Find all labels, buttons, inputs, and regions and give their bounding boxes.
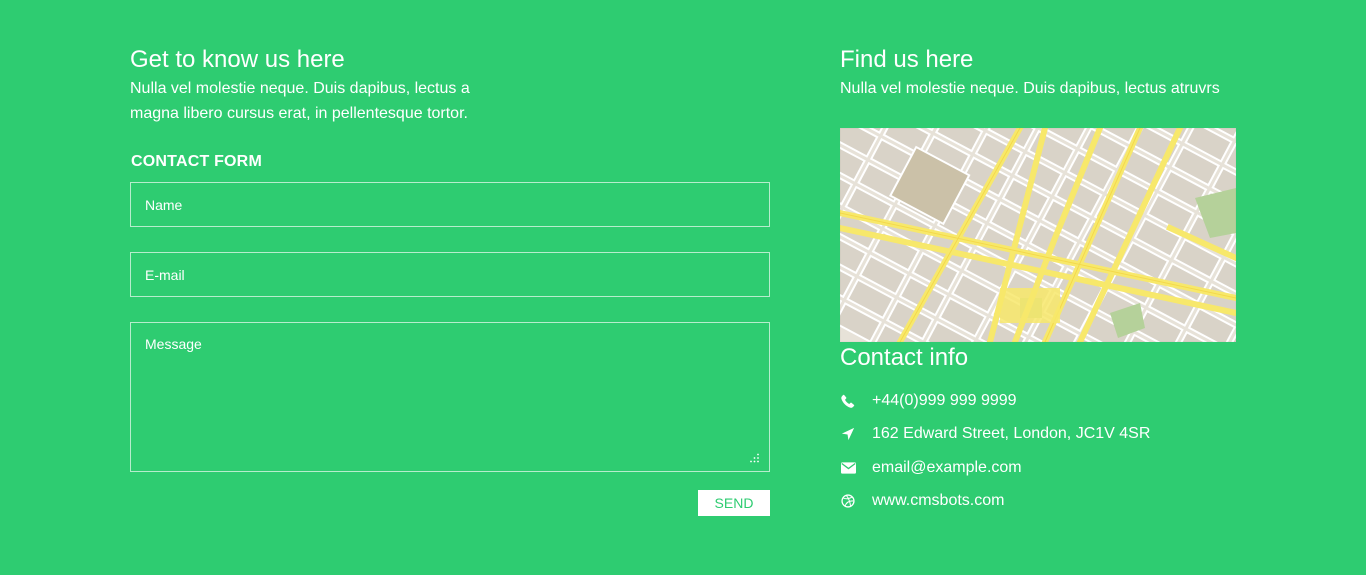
- street-map-icon: [840, 128, 1236, 342]
- resize-grip-icon[interactable]: [749, 453, 759, 463]
- location-section: Find us here Nulla vel molestie neque. D…: [840, 44, 1240, 518]
- contact-item-address: 162 Edward Street, London, JC1V 4SR: [840, 418, 1240, 452]
- email-input[interactable]: [130, 252, 770, 297]
- send-row: SEND: [130, 490, 770, 516]
- contact-item-phone: +44(0)999 999 9999: [840, 384, 1240, 418]
- envelope-icon: [840, 460, 856, 476]
- location-map[interactable]: [840, 128, 1236, 342]
- section-title-find-us: Find us here: [840, 46, 974, 73]
- contact-form-section: Get to know us here Nulla vel molestie n…: [130, 44, 770, 516]
- section-title-get-to-know: Get to know us here: [130, 46, 345, 73]
- section-description-right: Nulla vel molestie neque. Duis dapibus, …: [840, 80, 1220, 97]
- section-description-left: Nulla vel molestie neque. Duis dapibus, …: [130, 80, 470, 122]
- contact-website-text[interactable]: www.cmsbots.com: [872, 492, 1004, 510]
- contact-address-text: 162 Edward Street, London, JC1V 4SR: [872, 425, 1151, 443]
- contact-form-heading: CONTACT FORM: [131, 153, 262, 170]
- dribbble-icon: [840, 493, 856, 509]
- contact-info-title: Contact info: [840, 344, 969, 371]
- contact-item-email: email@example.com: [840, 451, 1240, 485]
- name-input[interactable]: [130, 182, 770, 227]
- contact-item-website: www.cmsbots.com: [840, 485, 1240, 519]
- location-arrow-icon: [840, 426, 856, 442]
- send-button[interactable]: SEND: [698, 490, 770, 516]
- contact-info-list: +44(0)999 999 9999 162 Edward Street, Lo…: [840, 384, 1240, 518]
- contact-form: SEND: [130, 182, 770, 516]
- message-textarea[interactable]: [130, 322, 770, 472]
- phone-icon: [840, 393, 856, 409]
- contact-email-text[interactable]: email@example.com: [872, 459, 1022, 477]
- message-field-wrapper: [130, 322, 770, 472]
- contact-phone-text[interactable]: +44(0)999 999 9999: [872, 392, 1017, 410]
